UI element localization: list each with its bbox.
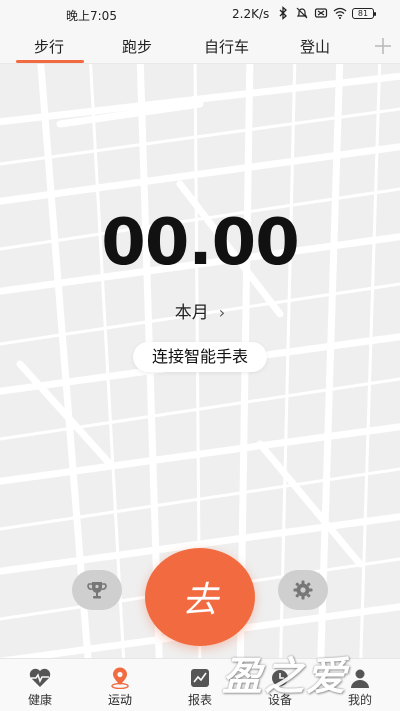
chart-icon [191, 669, 209, 687]
watermark-logo: 盈之爱 [222, 654, 348, 700]
settings-button[interactable] [278, 570, 328, 610]
trophy-icon [87, 582, 107, 599]
add-tab-icon[interactable] [373, 36, 393, 56]
network-speed: 2.2K/s [232, 7, 270, 21]
status-icons: 81 [276, 6, 376, 20]
battery-indicator: 81 [352, 7, 376, 19]
connect-watch-button[interactable]: 连接智能手表 [133, 342, 267, 372]
achievement-button[interactable] [72, 570, 122, 610]
nav-health[interactable]: 健康 [0, 659, 80, 711]
location-pin-icon [111, 667, 129, 689]
status-bar: 晚上7:05 2.2K/s 81 [0, 0, 400, 28]
nav-sport[interactable]: 运动 [80, 659, 160, 711]
gear-icon [293, 580, 313, 600]
tab-walking[interactable]: 步行 [34, 36, 64, 57]
active-tab-indicator [16, 60, 84, 63]
status-time: 晚上7:05 [66, 9, 117, 23]
tab-hiking[interactable]: 登山 [300, 36, 330, 57]
wifi-icon [333, 7, 347, 19]
distance-value: 00.00 [101, 206, 299, 280]
sport-type-tabs: 步行 跑步 自行车 登山 [0, 28, 400, 64]
heart-pulse-icon [29, 668, 51, 687]
bluetooth-icon [279, 6, 287, 20]
bell-muted-icon [296, 7, 308, 19]
user-icon [351, 669, 369, 688]
start-go-button[interactable]: 去 [145, 548, 255, 646]
tab-running[interactable]: 跑步 [122, 36, 152, 57]
nav-label-health: 健康 [27, 693, 52, 707]
chevron-right-icon: › [218, 303, 226, 322]
period-label: 本月 [174, 303, 209, 323]
period-selector[interactable]: 本月 › [0, 298, 400, 323]
sim-off-icon [314, 8, 328, 18]
nav-label-sport: 运动 [107, 693, 132, 707]
tab-cycling[interactable]: 自行车 [204, 36, 249, 57]
